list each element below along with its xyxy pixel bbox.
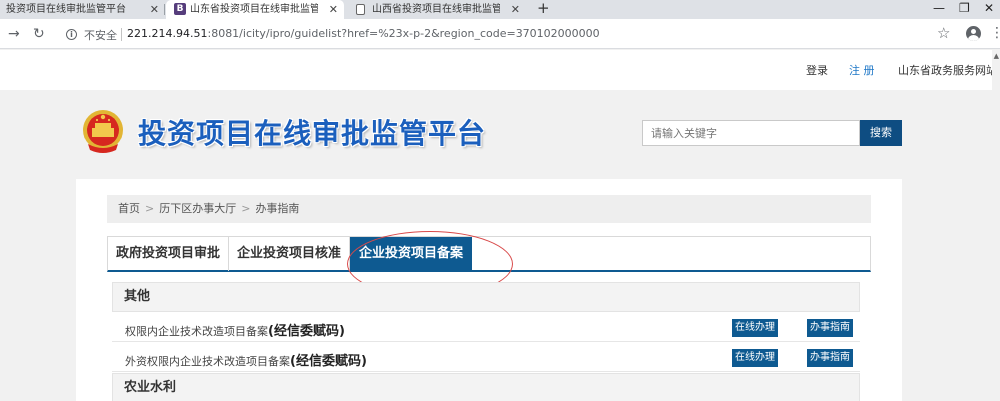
web-page: 登录 注 册 山东省政务服务网站 投资项目在线审批监管平台 搜索 首页 > 历下区办…: [0, 50, 1000, 401]
top-bar: 登录 注 册 山东省政务服务网站: [0, 50, 997, 90]
guide-button[interactable]: 办事指南: [807, 319, 853, 337]
back-arrow-icon[interactable]: →: [8, 25, 20, 43]
portal-link[interactable]: 山东省政务服务网站: [898, 62, 997, 78]
bootstrap-favicon-icon: B: [174, 3, 186, 15]
breadcrumb-home[interactable]: 首页: [118, 202, 140, 215]
search-input[interactable]: [642, 120, 860, 146]
close-tab-icon[interactable]: ✕: [329, 0, 338, 19]
browser-tab-title: 山东省投资项目在线审批监管平台: [190, 4, 318, 15]
online-apply-button[interactable]: 在线办理: [732, 319, 778, 337]
browser-tab-3[interactable]: 山西省投资项目在线审批监管平台 ✕: [346, 0, 526, 19]
breadcrumb-separator: >: [145, 202, 155, 215]
restore-icon[interactable]: ❐: [959, 0, 970, 17]
site-title: 投资项目在线审批监管平台: [138, 117, 487, 150]
item-tag: (经信委赋码): [268, 324, 345, 339]
search-button[interactable]: 搜索: [860, 120, 902, 146]
item-name: 外资权限内企业技术改造项目备案: [125, 355, 290, 368]
breadcrumb: 首页 > 历下区办事大厅 > 办事指南: [107, 195, 871, 223]
page-icon: [356, 4, 365, 15]
minimize-icon[interactable]: —: [933, 0, 945, 17]
account-icon[interactable]: [966, 26, 981, 41]
page-scrollbar[interactable]: [992, 50, 1000, 401]
online-apply-button[interactable]: 在线办理: [732, 349, 778, 367]
browser-tab-1[interactable]: 投资项目在线审批监管平台 ✕: [0, 0, 165, 19]
omnibox-divider: [121, 28, 122, 41]
breadcrumb-hall[interactable]: 历下区办事大厅: [159, 202, 236, 215]
item-title[interactable]: 权限内企业技术改造项目备案(经信委赋码): [125, 320, 345, 339]
url-path: :8081/icity/ipro/guidelist?href=%23x-p-2…: [207, 27, 600, 40]
tab-government-approval[interactable]: 政府投资项目审批: [108, 237, 229, 271]
close-window-icon[interactable]: ✕: [984, 0, 994, 17]
new-tab-icon[interactable]: +: [537, 0, 550, 17]
close-tab-icon[interactable]: ✕: [150, 0, 159, 19]
item-name: 权限内企业技术改造项目备案: [125, 325, 268, 338]
breadcrumb-separator: >: [241, 202, 251, 215]
category-header: 农业水利: [112, 373, 860, 401]
url-host: 221.214.94.51: [127, 27, 208, 40]
guide-button[interactable]: 办事指南: [807, 349, 853, 367]
item-tag: (经信委赋码): [290, 354, 367, 369]
list-item: 外资权限内企业技术改造项目备案(经信委赋码) 在线办理 办事指南: [112, 342, 860, 372]
breadcrumb-current: 办事指南: [255, 202, 300, 215]
national-emblem-logo: [83, 110, 123, 153]
tab-enterprise-approval[interactable]: 企业投资项目核准: [229, 237, 350, 271]
browser-toolbar: → ↻ i 不安全 221.214.94.51:8081/icity/ipro/…: [0, 19, 1000, 49]
url-bar[interactable]: 221.214.94.51:8081/icity/ipro/guidelist?…: [127, 27, 600, 40]
kebab-menu-icon[interactable]: ⋮: [990, 25, 1000, 41]
browser-tab-title: 山西省投资项目在线审批监管平台: [372, 4, 500, 15]
login-link[interactable]: 登录: [806, 62, 828, 78]
category-header: 其他: [112, 282, 860, 312]
close-tab-icon[interactable]: ✕: [511, 0, 520, 19]
register-link[interactable]: 注 册: [849, 62, 875, 78]
list-item: 权限内企业技术改造项目备案(经信委赋码) 在线办理 办事指南: [112, 312, 860, 342]
browser-tabstrip: 投资项目在线审批监管平台 ✕ B 山东省投资项目在线审批监管平台 ✕ 山西省投资…: [0, 0, 1000, 19]
info-icon[interactable]: i: [66, 29, 77, 40]
security-label[interactable]: 不安全: [84, 27, 117, 43]
item-title[interactable]: 外资权限内企业技术改造项目备案(经信委赋码): [125, 350, 367, 369]
browser-tab-2[interactable]: B 山东省投资项目在线审批监管平台 ✕: [166, 0, 344, 19]
bookmark-star-icon[interactable]: ☆: [937, 24, 950, 42]
scroll-up-arrow-icon[interactable]: ▲: [994, 52, 999, 60]
browser-tab-title: 投资项目在线审批监管平台: [6, 4, 126, 15]
reload-icon[interactable]: ↻: [33, 25, 45, 43]
